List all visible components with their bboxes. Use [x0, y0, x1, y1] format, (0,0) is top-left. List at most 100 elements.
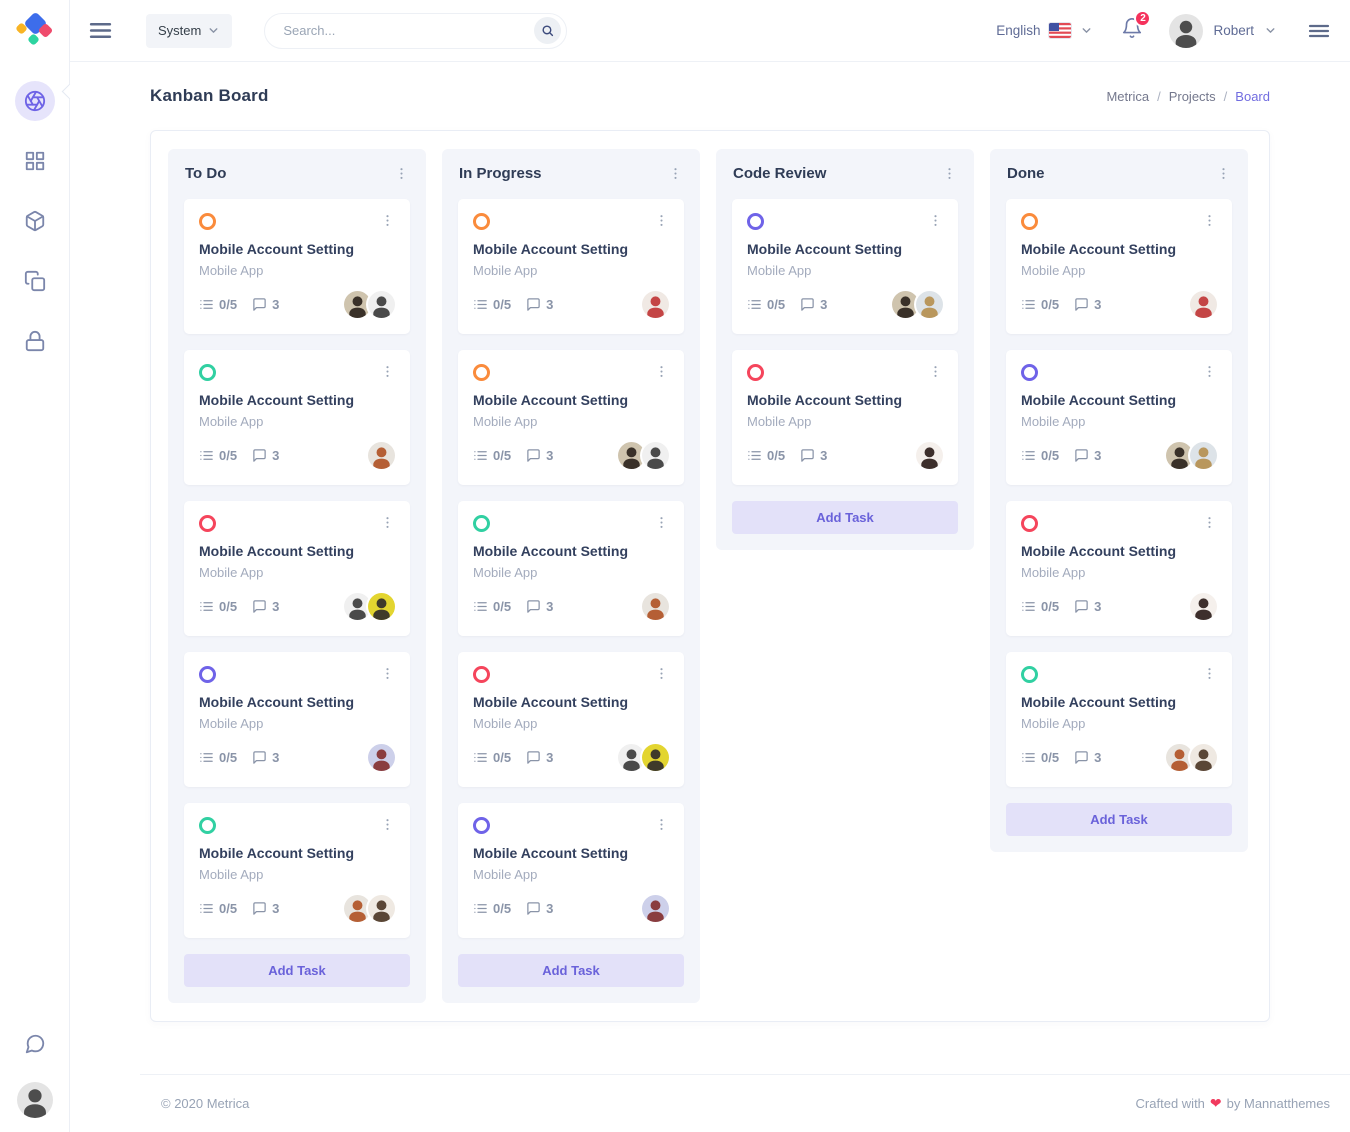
card-top [473, 364, 669, 381]
task-card[interactable]: Mobile Account Setting Mobile App 0/5 3 [1006, 501, 1232, 636]
card-menu-icon[interactable] [380, 364, 395, 379]
column-menu-icon[interactable] [942, 166, 957, 181]
sidebar-nav [15, 81, 55, 361]
task-card[interactable]: Mobile Account Setting Mobile App 0/5 3 [184, 652, 410, 787]
search-button[interactable] [534, 17, 561, 44]
footer-credit: Crafted with ❤ by Mannatthemes [1136, 1095, 1330, 1112]
column-menu-icon[interactable] [1216, 166, 1231, 181]
add-task-button[interactable]: Add Task [184, 954, 410, 987]
card-menu-icon[interactable] [654, 213, 669, 228]
breadcrumb-item[interactable]: Projects [1169, 89, 1216, 104]
task-card[interactable]: Mobile Account Setting Mobile App 0/5 3 [184, 803, 410, 938]
comments-value: 3 [272, 297, 279, 312]
language-label: English [996, 23, 1040, 38]
card-menu-icon[interactable] [654, 666, 669, 681]
task-card[interactable]: Mobile Account Setting Mobile App 0/5 3 [1006, 350, 1232, 485]
checklist-count: 0/5 [1021, 297, 1059, 312]
breadcrumb-item[interactable]: Metrica [1106, 89, 1149, 104]
add-task-button[interactable]: Add Task [1006, 803, 1232, 836]
task-avatars [618, 442, 669, 469]
checklist-icon [473, 599, 488, 614]
chevron-down-icon [1264, 24, 1277, 37]
task-card[interactable]: Mobile Account Setting Mobile App 0/5 3 [732, 350, 958, 485]
task-card[interactable]: Mobile Account Setting Mobile App 0/5 3 [1006, 652, 1232, 787]
card-menu-icon[interactable] [654, 515, 669, 530]
copy-icon[interactable] [15, 261, 55, 301]
chat-icon[interactable] [15, 1024, 55, 1064]
box-icon[interactable] [15, 201, 55, 241]
task-avatars [642, 291, 669, 318]
avatar-ginger-glasses-man [642, 593, 669, 620]
search-input[interactable] [283, 23, 534, 38]
card-menu-icon[interactable] [1202, 515, 1217, 530]
task-category: Mobile App [199, 414, 395, 429]
aperture-icon[interactable] [15, 81, 55, 121]
comments-value: 3 [820, 448, 827, 463]
column-menu-icon[interactable] [668, 166, 683, 181]
column-title: Code Review [733, 165, 826, 182]
settings-menu-icon[interactable] [1307, 19, 1331, 43]
footer-brand-link[interactable]: by Mannatthemes [1227, 1096, 1330, 1111]
task-avatars [344, 593, 395, 620]
language-dropdown[interactable]: English [996, 23, 1093, 38]
card-menu-icon[interactable] [654, 364, 669, 379]
card-menu-icon[interactable] [380, 817, 395, 832]
avatar-dark-hair-woman [916, 442, 943, 469]
checklist-icon [747, 448, 762, 463]
system-dropdown[interactable]: System [146, 14, 232, 48]
user-menu[interactable]: Robert [1169, 14, 1277, 48]
column-menu-icon[interactable] [394, 166, 409, 181]
card-menu-icon[interactable] [380, 666, 395, 681]
task-card[interactable]: Mobile Account Setting Mobile App 0/5 3 [184, 501, 410, 636]
card-menu-icon[interactable] [1202, 666, 1217, 681]
task-card[interactable]: Mobile Account Setting Mobile App 0/5 3 [458, 652, 684, 787]
comments-count: 3 [800, 297, 827, 312]
task-meta: 0/5 3 [747, 291, 943, 318]
card-top [473, 817, 669, 834]
task-card[interactable]: Mobile Account Setting Mobile App 0/5 3 [1006, 199, 1232, 334]
checklist-icon [1021, 297, 1036, 312]
task-card[interactable]: Mobile Account Setting Mobile App 0/5 3 [458, 803, 684, 938]
card-menu-icon[interactable] [380, 515, 395, 530]
checklist-count: 0/5 [1021, 448, 1059, 463]
card-menu-icon[interactable] [380, 213, 395, 228]
card-menu-icon[interactable] [1202, 213, 1217, 228]
card-menu-icon[interactable] [928, 364, 943, 379]
task-avatars [368, 442, 395, 469]
app-logo-icon[interactable] [15, 11, 55, 51]
menu-toggle-icon[interactable] [88, 18, 113, 43]
column-cards: Mobile Account Setting Mobile App 0/5 3 … [184, 199, 410, 938]
sidebar [0, 0, 70, 1132]
grid-icon[interactable] [15, 141, 55, 181]
comments-icon [526, 599, 541, 614]
comments-count: 3 [800, 448, 827, 463]
checklist-count: 0/5 [199, 297, 237, 312]
task-state-dot [199, 515, 216, 532]
main-area: System English 2 [70, 0, 1350, 1132]
comments-icon [800, 448, 815, 463]
lock-icon[interactable] [15, 321, 55, 361]
card-menu-icon[interactable] [654, 817, 669, 832]
checklist-value: 0/5 [1041, 297, 1059, 312]
checklist-count: 0/5 [473, 448, 511, 463]
task-card[interactable]: Mobile Account Setting Mobile App 0/5 3 [184, 199, 410, 334]
task-card[interactable]: Mobile Account Setting Mobile App 0/5 3 [732, 199, 958, 334]
card-menu-icon[interactable] [1202, 364, 1217, 379]
sidebar-user-avatar[interactable] [17, 1082, 53, 1118]
comments-icon [252, 901, 267, 916]
task-card[interactable]: Mobile Account Setting Mobile App 0/5 3 [458, 350, 684, 485]
comments-icon [526, 750, 541, 765]
footer-credit-prefix: Crafted with [1136, 1096, 1205, 1111]
chevron-down-icon [1080, 24, 1093, 37]
card-menu-icon[interactable] [928, 213, 943, 228]
add-task-button[interactable]: Add Task [732, 501, 958, 534]
notifications-bell-icon[interactable]: 2 [1121, 17, 1143, 44]
user-avatar [1169, 14, 1203, 48]
task-category: Mobile App [473, 867, 669, 882]
comments-value: 3 [272, 448, 279, 463]
task-card[interactable]: Mobile Account Setting Mobile App 0/5 3 [458, 501, 684, 636]
add-task-button[interactable]: Add Task [458, 954, 684, 987]
task-card[interactable]: Mobile Account Setting Mobile App 0/5 3 [184, 350, 410, 485]
task-card[interactable]: Mobile Account Setting Mobile App 0/5 3 [458, 199, 684, 334]
checklist-count: 0/5 [747, 448, 785, 463]
